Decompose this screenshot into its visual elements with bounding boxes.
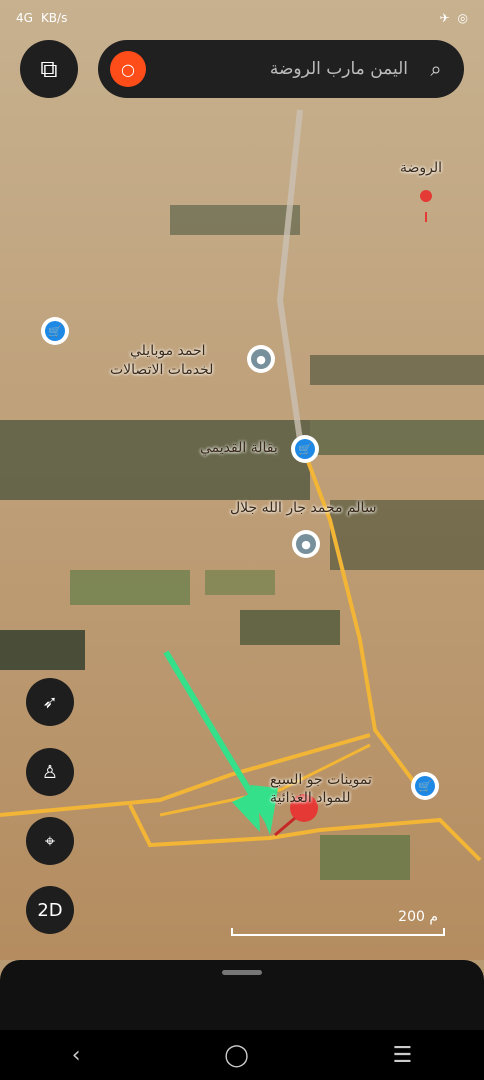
layers-icon: ⧉ [40, 55, 58, 83]
back-icon[interactable]: ‹ [72, 1043, 81, 1068]
compass-icon: ➶ [42, 691, 58, 713]
shop-label-2: تموينات جو السبع [270, 772, 372, 788]
person-icon: ♙ [41, 761, 59, 783]
mode-label: 2D [37, 899, 63, 921]
shop-pin-1[interactable]: 🛒 [41, 317, 69, 345]
whatsapp-icon: ◎ [457, 11, 468, 25]
mode-toggle-button[interactable]: 2D [26, 886, 74, 934]
poi-pin-1[interactable]: ● [247, 345, 275, 373]
shop-pin-3[interactable]: 🛒 [411, 772, 439, 800]
scale-text: 200 م [398, 909, 438, 925]
recents-icon[interactable]: ☰ [392, 1043, 412, 1068]
compass-button[interactable]: ➶ [26, 678, 74, 726]
shop-label-1: بقالة القديمي [200, 440, 278, 456]
search-bar[interactable]: ○ اليمن مارب الروضة ⌕ [98, 40, 464, 98]
signal-text: 4G [16, 11, 33, 25]
telegram-icon: ✈ [439, 11, 450, 25]
crosshair-icon: ⌖ [44, 830, 56, 852]
shop-label-2b: للمواد الغذائية [270, 790, 351, 806]
satellite-map[interactable] [0, 0, 484, 960]
poi-pin-2[interactable]: ● [292, 530, 320, 558]
locate-button[interactable]: ⌖ [26, 817, 74, 865]
layers-button[interactable]: ⧉ [20, 40, 78, 98]
search-input[interactable]: اليمن مارب الروضة [146, 59, 422, 79]
profile-avatar[interactable]: ○ [110, 51, 146, 87]
system-nav-bar: ‹ ◯ ☰ [0, 1030, 484, 1080]
bottom-sheet[interactable] [0, 960, 484, 1030]
search-icon[interactable]: ⌕ [422, 55, 450, 83]
scale-bar: 200 م [232, 909, 444, 935]
poi-label-1: احمد موبايلي [130, 343, 206, 359]
sheet-handle[interactable] [222, 970, 262, 975]
status-bar: 4G KB/s ✈ ◎ [0, 0, 484, 36]
home-icon[interactable]: ◯ [224, 1043, 249, 1068]
poi-label-2: لخدمات الاتصالات [110, 362, 214, 378]
person-label: سالم محمد جار الله جلال [230, 500, 377, 516]
top-bar: ⧉ ○ اليمن مارب الروضة ⌕ [20, 40, 464, 98]
shop-pin-2[interactable]: 🛒 [291, 435, 319, 463]
street-view-button[interactable]: ♙ [26, 748, 74, 796]
area-label: الروضة [400, 160, 443, 176]
speed-text: KB/s [40, 11, 68, 25]
